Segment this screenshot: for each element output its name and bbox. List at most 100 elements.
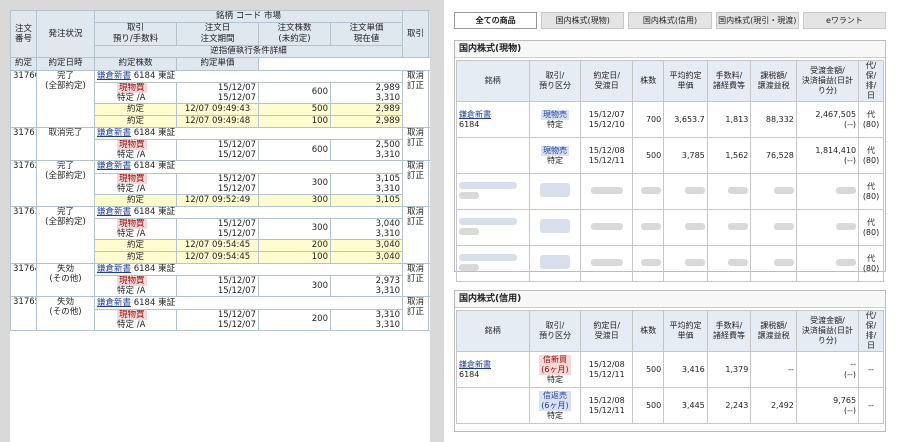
order-stock: 鎌倉新書 6184 東証 [93,205,404,219]
order-row: 31765 失効(その他) 鎌倉新書 6184 東証 取消訂正 詳細 [10,296,430,331]
header-market: 市場 [263,11,281,22]
modify-link[interactable]: 訂正 [407,171,424,181]
cancel-link[interactable]: 取消 [407,162,424,171]
header-part: 取引/ [545,321,565,330]
order-period: 15/12/07 [217,286,256,297]
stock-market: 東証 [158,297,176,308]
modify-link[interactable]: 訂正 [407,274,424,284]
stock-link[interactable]: 鎌倉新書 [97,207,131,217]
h: 注文株数 [277,23,312,34]
tax-cell: 2,492 [750,387,797,424]
modify-link[interactable]: 訂正 [407,81,424,91]
col-header: 手数料/諸経費等 [706,60,752,102]
stock-link[interactable]: 鎌倉新書 [459,110,491,119]
header-part: 譲渡益税 [757,331,790,340]
col-trade: 取引 預り/手数料 [94,22,177,47]
flag: -- [868,364,874,374]
daytrade-pl: (--) [844,119,857,129]
header-part: 約定日/ [593,71,621,80]
avg-price-cell: 3,653.7 [663,101,708,138]
stock-code: 6184 [133,206,156,217]
date-cell: 15/12/08 15/12/11 [580,137,634,174]
modify-link[interactable]: 訂正 [407,138,424,148]
trade-cell: 現物売 特定 [528,101,582,138]
stock-cell [456,387,530,424]
redacted [728,186,749,194]
flag-sub: (80) [862,119,880,129]
order-actions: 取消 訂正 [402,69,430,129]
amount: 9,765 [833,395,857,405]
date-cell [580,173,634,210]
status-text: 失効 [56,264,74,275]
redacted [641,258,662,266]
value-cell [750,209,797,246]
current-price: 3,310 [375,286,401,297]
tab-3[interactable]: 国内株式(現引・現渡) [715,12,799,29]
redacted [684,258,705,266]
col-header: 株数 [632,60,665,102]
modify-link[interactable]: 訂正 [407,217,424,227]
header-part: 銘柄 [484,326,501,335]
order-qty: 200 [258,308,331,331]
header-part: 銘柄 [484,76,501,85]
cancel-link[interactable]: 取消 [407,265,424,274]
stock-link[interactable]: 鎌倉新書 [97,71,131,81]
header-part: 諸経費等 [713,331,746,340]
stock-link[interactable]: 鎌倉新書 [97,298,131,308]
redacted [590,222,623,230]
cancel-link[interactable]: 取消 [407,71,424,81]
cancel-link[interactable]: 取消 [407,207,424,217]
redacted [590,186,623,194]
order-detail: 詳細 [428,127,430,162]
stock-link[interactable]: 鎌倉新書 [459,360,491,369]
margin-section-title: 国内株式(信用) [455,291,885,308]
col-stock: 銘柄 コード 市場 [93,10,404,24]
stock-link[interactable]: 鎌倉新書 [97,129,131,139]
value-cell [795,245,860,282]
tax-cell: 88,332 [750,101,797,138]
trade-type-badge: 現物買 [117,276,147,287]
date-cell: 15/12/07 15/12/10 [580,101,634,138]
stock-market: 東証 [158,206,176,217]
col-date: 注文日 注文期間 [176,22,259,47]
value-cell [632,209,665,246]
modify-link[interactable]: 訂正 [407,307,424,317]
qty-cell: 500 [632,387,665,424]
trade-type-badge: 現物買 [117,218,147,229]
col-header: 受渡金額/決済損益(日計り分) [795,60,860,102]
value-cell [663,209,708,246]
col-cancel: 取引 [402,10,430,59]
tab-0[interactable]: 全ての商品 [454,12,538,29]
cancel-link[interactable]: 取消 [407,298,424,307]
date-cell: 15/12/08 15/12/11 [580,387,634,424]
trade-type: 現物売 [542,145,567,155]
order-status: 完了 (全部約定) [36,160,95,207]
stock-link[interactable]: 鎌倉新書 [97,265,131,275]
cancel-link[interactable]: 取消 [407,129,424,138]
value-cell [706,245,752,282]
tab-1[interactable]: 国内株式(現物) [541,12,625,29]
col-exec-qty: 約定株数 [94,57,177,71]
current-price: 3,310 [375,228,401,239]
order-no: 31764 [10,263,37,298]
value-cell [795,173,860,210]
flag-sub: (80) [862,191,880,201]
status-sub: (その他) [49,274,82,285]
order-price: 3,040 [375,218,401,229]
stock-cell: 鎌倉新書 6184 [456,101,530,138]
stock-cell [456,137,530,174]
redacted [459,217,517,225]
trade-cell: 信新買 (6ヶ月) 特定 [528,351,582,388]
trade-type-badge: 信返売 (6ヶ月) [539,390,571,411]
order-row: 31760 完了(全部約定) 鎌倉新書 6184 東証 取消訂正 詳細 [10,69,430,129]
redacted [836,258,857,266]
amount-cell: -- (--) [795,351,860,388]
order-period: 15/12/07 [217,183,256,194]
tab-4[interactable]: eワラント [802,12,887,29]
header-part: 受渡日 [594,81,619,90]
status-text: 取消完了 [48,128,83,139]
tab-2[interactable]: 国内株式(信用) [628,12,712,29]
order-price: 2,500 [375,140,401,151]
flag-cell: -- [858,387,884,424]
stock-link[interactable]: 鎌倉新書 [97,162,131,172]
